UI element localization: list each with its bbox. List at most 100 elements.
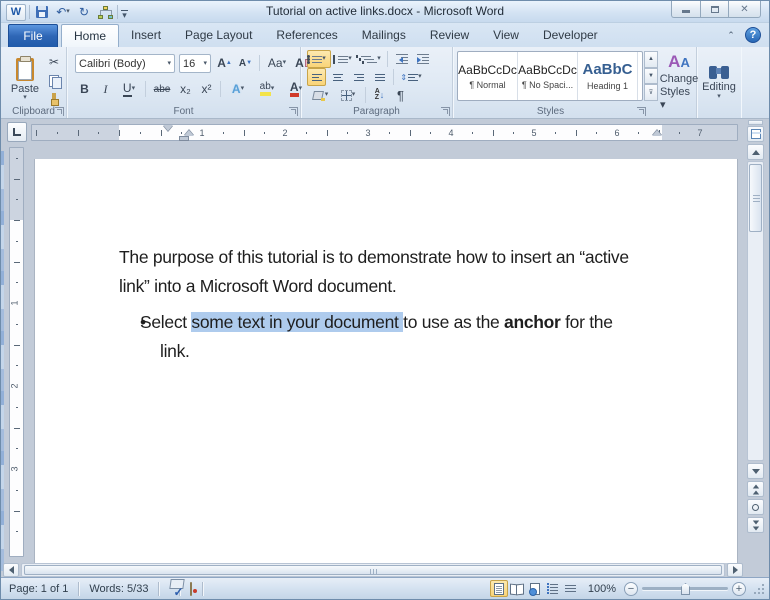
- styles-gallery-more[interactable]: ⊽: [644, 84, 658, 102]
- sort-button[interactable]: A Z ↓: [370, 86, 389, 104]
- help-button[interactable]: ?: [745, 27, 761, 43]
- shading-button[interactable]: ▾: [307, 86, 333, 104]
- bullet-paragraph: • Select some text in your document to u…: [119, 308, 679, 337]
- styles-scroll-up[interactable]: ▲: [644, 51, 658, 68]
- next-page-button[interactable]: [747, 517, 764, 533]
- paste-dropdown-arrow[interactable]: ▾: [23, 94, 27, 101]
- zoom-out-button[interactable]: −: [624, 581, 638, 596]
- full-screen-reading-button[interactable]: [508, 580, 526, 597]
- vertical-ruler[interactable]: 123: [9, 147, 24, 557]
- select-browse-object-button[interactable]: [747, 499, 764, 515]
- tab-selector-button[interactable]: [7, 122, 27, 142]
- zoom-in-button[interactable]: +: [732, 581, 746, 596]
- previous-page-button[interactable]: [747, 481, 764, 497]
- decrease-indent-icon: [395, 53, 408, 65]
- horizontal-scroll-track[interactable]: [21, 563, 725, 577]
- macro-record-button[interactable]: [186, 581, 196, 596]
- decrease-indent-button[interactable]: [392, 50, 411, 68]
- line-spacing-button[interactable]: ⇕ ▾: [398, 68, 424, 86]
- styles-scroll-down[interactable]: ▼: [644, 67, 658, 85]
- format-painter-icon: [49, 93, 59, 106]
- minimize-button[interactable]: [671, 1, 700, 18]
- zoom-slider-thumb[interactable]: [681, 583, 690, 595]
- paragraph-dialog-launcher[interactable]: [441, 107, 450, 116]
- horizontal-ruler[interactable]: 1234567: [31, 124, 738, 141]
- close-button[interactable]: ✕: [729, 1, 761, 18]
- change-case-button[interactable]: Aa ▾: [264, 54, 290, 72]
- outline-view-button[interactable]: [544, 580, 562, 597]
- strikethrough-button[interactable]: abe: [150, 80, 174, 98]
- paste-button[interactable]: Paste ▾: [7, 51, 43, 107]
- styles-dialog-launcher[interactable]: [637, 107, 646, 116]
- tab-page-layout[interactable]: Page Layout: [173, 24, 264, 47]
- scroll-up-button[interactable]: [747, 144, 764, 160]
- bullets-button[interactable]: ▾: [307, 50, 331, 68]
- scroll-right-button[interactable]: [727, 563, 743, 577]
- italic-button[interactable]: I: [96, 80, 115, 98]
- tab-file[interactable]: File: [8, 24, 58, 47]
- font-name-combo[interactable]: Calibri (Body) ▾: [75, 54, 175, 73]
- copy-button[interactable]: [45, 72, 63, 89]
- superscript-button[interactable]: x²: [197, 80, 216, 98]
- grow-font-button[interactable]: A ▲: [215, 54, 234, 72]
- tab-insert[interactable]: Insert: [119, 24, 173, 47]
- tab-mailings[interactable]: Mailings: [350, 24, 418, 47]
- font-dialog-launcher[interactable]: [289, 107, 298, 116]
- title-bar: W ↶ ▾ ↻ ▾ Tutorial on active links.docx -…: [1, 1, 769, 23]
- zoom-level[interactable]: 100%: [584, 583, 620, 595]
- scroll-left-button[interactable]: [3, 563, 19, 577]
- collapse-ribbon-button[interactable]: ⌃: [723, 28, 739, 43]
- subscript-button[interactable]: x₂: [176, 80, 195, 98]
- tab-home[interactable]: Home: [61, 24, 120, 47]
- page-count[interactable]: Page: 1 of 1: [1, 583, 72, 595]
- bullet-line-2: link.: [160, 341, 190, 361]
- tab-review[interactable]: Review: [418, 24, 481, 47]
- editing-button[interactable]: Editing ▾: [699, 49, 739, 111]
- align-left-button[interactable]: [307, 68, 326, 86]
- tab-references[interactable]: References: [264, 24, 349, 47]
- style-heading-1[interactable]: AaBbC Heading 1: [578, 52, 638, 100]
- resize-grip[interactable]: [752, 582, 765, 595]
- highlight-button[interactable]: ab ▾: [253, 80, 281, 98]
- horizontal-scroll-thumb[interactable]: [24, 565, 722, 575]
- draft-view-button[interactable]: [562, 580, 580, 597]
- show-hide-pilcrow-button[interactable]: ¶: [391, 86, 410, 104]
- vertical-scroll-track[interactable]: [747, 161, 764, 461]
- align-right-button[interactable]: [349, 68, 368, 86]
- tab-developer[interactable]: Developer: [531, 24, 610, 47]
- selected-text[interactable]: some text in your document: [191, 312, 404, 332]
- print-layout-view-button[interactable]: [489, 580, 508, 597]
- left-indent-marker[interactable]: [179, 136, 189, 141]
- numbering-button[interactable]: ▾: [333, 50, 357, 68]
- zoom-slider[interactable]: [642, 583, 728, 595]
- vertical-scroll-thumb[interactable]: [749, 164, 762, 232]
- justify-button[interactable]: [370, 68, 389, 86]
- restore-button[interactable]: [700, 1, 729, 18]
- document-page[interactable]: The purpose of this tutorial is to demon…: [34, 159, 738, 563]
- scroll-down-button[interactable]: [747, 463, 764, 479]
- bold-button[interactable]: B: [75, 80, 94, 98]
- change-styles-label: Change: [659, 72, 699, 85]
- change-styles-button[interactable]: AA Change Styles ▾: [659, 49, 699, 111]
- align-left-icon: [311, 73, 322, 81]
- font-size-combo[interactable]: 16 ▾: [179, 54, 211, 73]
- view-ruler-toggle-button[interactable]: [747, 126, 764, 142]
- right-indent-marker[interactable]: [652, 130, 662, 136]
- borders-button[interactable]: ▾: [335, 86, 361, 104]
- align-center-button[interactable]: [328, 68, 347, 86]
- word-count[interactable]: Words: 5/33: [85, 583, 152, 595]
- cut-button[interactable]: ✂: [45, 53, 63, 70]
- binoculars-icon: [709, 65, 729, 80]
- first-line-indent-marker[interactable]: [163, 125, 173, 131]
- web-layout-button[interactable]: [526, 580, 544, 597]
- multilevel-list-button[interactable]: ▾: [356, 50, 383, 68]
- style-no-spacing[interactable]: AaBbCcDc ¶ No Spaci...: [518, 52, 578, 100]
- style-normal[interactable]: AaBbCcDc ¶ Normal: [458, 52, 518, 100]
- clipboard-dialog-launcher[interactable]: [55, 107, 64, 116]
- increase-indent-button[interactable]: [413, 50, 432, 68]
- text-effects-button[interactable]: A ▾: [225, 80, 251, 98]
- tab-view[interactable]: View: [481, 24, 531, 47]
- shrink-font-button[interactable]: A ▼: [236, 54, 255, 72]
- split-handle[interactable]: [748, 120, 763, 125]
- underline-button[interactable]: U ▾: [117, 80, 141, 98]
